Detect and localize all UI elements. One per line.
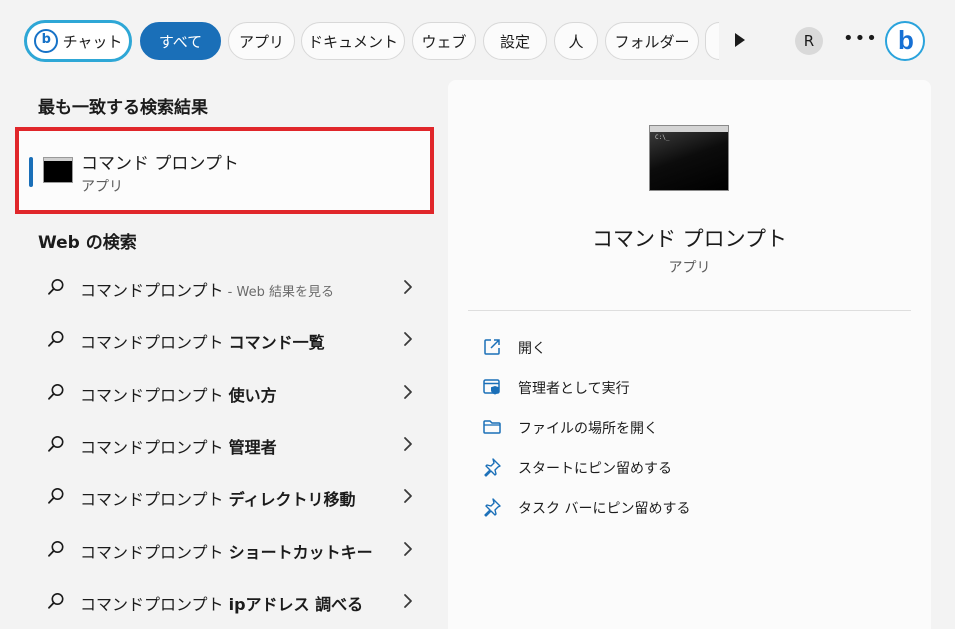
action-label: タスク バーにピン留めする [518, 501, 691, 517]
query-text: コマンドプロンプト [80, 333, 229, 353]
chevron-right-icon [400, 331, 416, 347]
best-match-title: コマンド プロンプト [81, 154, 239, 174]
query-suffix: ディレクトリ移動 [228, 490, 356, 510]
search-icon [47, 540, 65, 558]
chevron-right-icon [400, 436, 416, 452]
tab-settings-label: 設定 [499, 32, 530, 51]
tab-settings[interactable]: 設定 [483, 22, 547, 60]
avatar[interactable]: R [795, 27, 823, 55]
tab-folders-label: フォルダー [614, 32, 690, 51]
detail-title: コマンド プロンプト [591, 227, 788, 251]
more-options-button[interactable]: ••• [843, 28, 877, 54]
query-suffix: コマンド一覧 [228, 333, 325, 353]
tab-all[interactable]: すべて [140, 22, 221, 60]
chat-label: チャット [62, 32, 123, 51]
chat-button[interactable]: b チャット [24, 20, 132, 62]
detail-pane: C:\_ コマンド プロンプト アプリ 開く管理者として実行ファイルの場所を開く… [448, 80, 931, 629]
web-search-item[interactable]: コマンドプロンプト ipアドレス 調べる [30, 579, 425, 625]
bing-chat-icon: b [33, 29, 58, 53]
pin-icon [482, 457, 502, 477]
web-results-note: - Web 結果を見る [223, 285, 334, 300]
web-search-item-label: コマンドプロンプト 管理者 [80, 434, 277, 458]
web-search-item[interactable]: コマンドプロンプト コマンド一覧 [30, 317, 425, 363]
query-text: コマンドプロンプト [80, 594, 229, 614]
folder-icon [482, 417, 502, 437]
web-search-item[interactable]: コマンドプロンプト 管理者 [30, 422, 425, 468]
command-prompt-large-icon: C:\_ [649, 125, 729, 191]
action-label: 開く [518, 341, 546, 357]
query-suffix: 管理者 [228, 437, 277, 457]
web-search-item-label: コマンドプロンプト ショートカットキー [80, 539, 373, 563]
best-match-subtitle: アプリ [81, 179, 123, 195]
selection-indicator [29, 157, 33, 187]
tab-apps-label: アプリ [238, 32, 284, 51]
web-search-item[interactable]: コマンドプロンプト 使い方 [30, 370, 425, 416]
query-suffix: ショートカットキー [228, 542, 373, 562]
query-text: コマンドプロンプト [80, 385, 229, 405]
best-match-heading: 最も一致する検索結果 [38, 98, 208, 118]
tab-people[interactable]: 人 [554, 22, 598, 60]
chevron-right-icon [400, 279, 416, 295]
web-search-item[interactable]: コマンドプロンプト ディレクトリ移動 [30, 474, 425, 520]
web-search-item-label: コマンドプロンプト ipアドレス 調べる [80, 591, 363, 615]
command-prompt-icon [43, 157, 73, 183]
tab-web[interactable]: ウェブ [412, 22, 476, 60]
tab-web-label: ウェブ [421, 32, 467, 51]
query-suffix: ipアドレス 調べる [228, 594, 364, 614]
tab-documents-label: ドキュメント [307, 32, 398, 51]
search-icon [47, 383, 65, 401]
action-item[interactable]: 開く [482, 332, 902, 362]
pin-icon [482, 497, 502, 517]
query-text: コマンドプロンプト [80, 281, 224, 300]
web-search-item-label: コマンドプロンプト - Web 結果を見る [80, 277, 334, 301]
query-text: コマンドプロンプト [80, 542, 229, 562]
chevron-right-icon [400, 488, 416, 504]
web-search-item-label: コマンドプロンプト コマンド一覧 [80, 329, 325, 353]
action-label: ファイルの場所を開く [518, 421, 658, 437]
action-label: スタートにピン留めする [518, 461, 672, 477]
divider [468, 310, 911, 311]
best-match-result[interactable]: コマンド プロンプト アプリ [15, 127, 434, 214]
search-icon [47, 330, 65, 348]
tab-people-label: 人 [568, 32, 584, 51]
scroll-filters-right-icon[interactable] [731, 31, 749, 49]
chevron-right-icon [400, 384, 416, 400]
action-label: 管理者として実行 [518, 381, 630, 397]
web-search-item[interactable]: コマンドプロンプト - Web 結果を見る [30, 265, 425, 311]
web-search-item[interactable]: コマンドプロンプト ショートカットキー [30, 527, 425, 573]
tab-overflow[interactable] [705, 22, 719, 60]
chevron-right-icon [400, 593, 416, 609]
search-icon [47, 435, 65, 453]
open-external-icon [482, 337, 502, 357]
search-icon [47, 278, 65, 296]
query-text: コマンドプロンプト [80, 437, 229, 457]
detail-subtitle: アプリ [668, 260, 711, 276]
tab-all-label: すべて [158, 32, 203, 51]
shield-window-icon [482, 377, 502, 397]
action-item[interactable]: スタートにピン留めする [482, 452, 902, 482]
web-search-item-label: コマンドプロンプト ディレクトリ移動 [80, 486, 356, 510]
tab-documents[interactable]: ドキュメント [301, 22, 405, 60]
action-item[interactable]: ファイルの場所を開く [482, 412, 902, 442]
web-search-item-label: コマンドプロンプト 使い方 [80, 382, 277, 406]
web-search-heading: Web の検索 [38, 233, 137, 253]
tab-apps[interactable]: アプリ [228, 22, 295, 60]
action-item[interactable]: タスク バーにピン留めする [482, 492, 902, 522]
query-text: コマンドプロンプト [80, 490, 229, 510]
action-item[interactable]: 管理者として実行 [482, 372, 902, 402]
search-icon [47, 487, 65, 505]
chevron-right-icon [400, 541, 416, 557]
avatar-initial: R [803, 32, 815, 50]
tab-folders[interactable]: フォルダー [605, 22, 699, 60]
filter-bar: b チャット すべて アプリ ドキュメント ウェブ 設定 人 フォルダー R •… [0, 0, 955, 80]
query-suffix: 使い方 [228, 385, 277, 405]
bing-logo-icon[interactable] [885, 21, 925, 61]
search-icon [47, 592, 65, 610]
